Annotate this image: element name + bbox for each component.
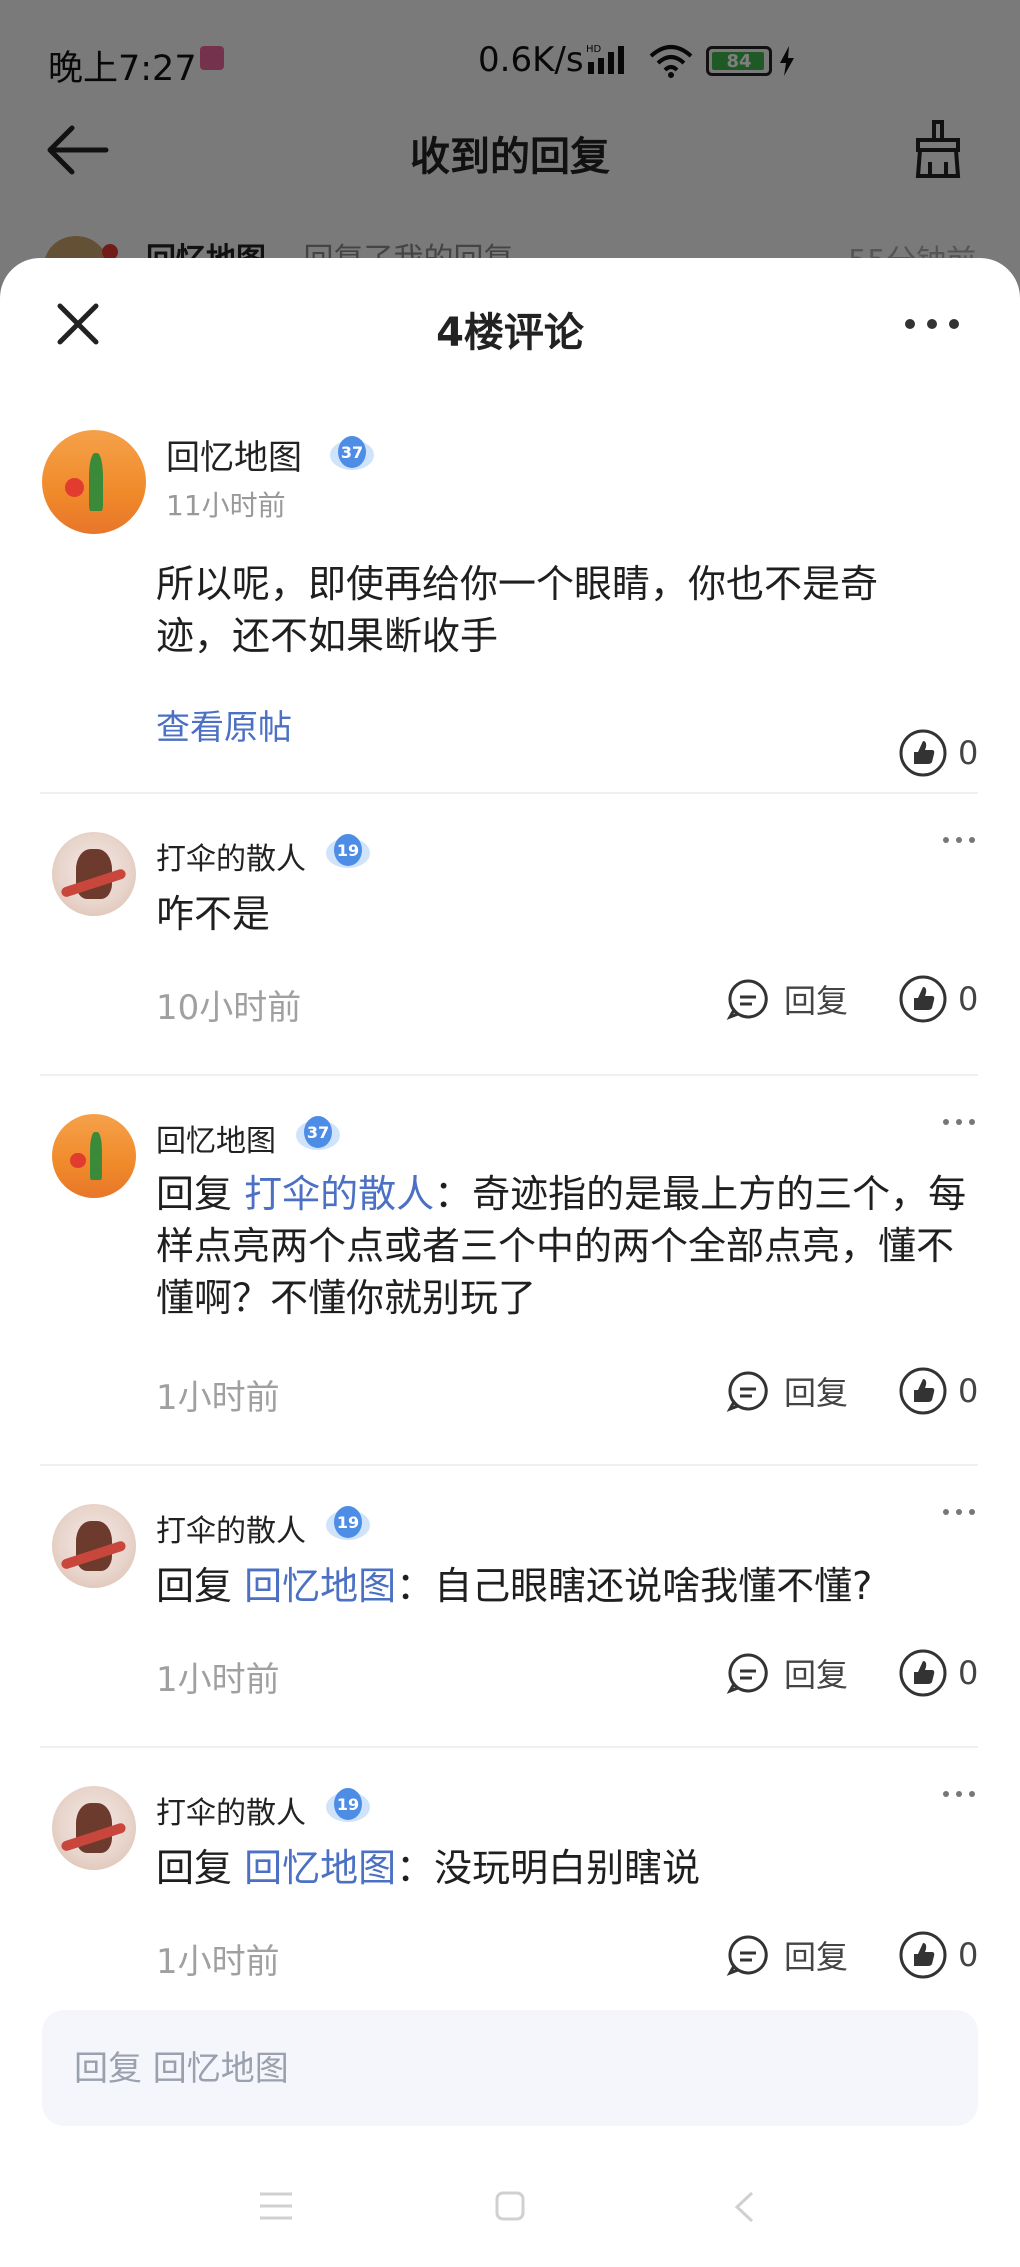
reply-content: 回复 回忆地图：没玩明白别瞎说 (156, 1842, 978, 1894)
like-button[interactable]: 0 (898, 1648, 978, 1698)
reply-label: 回复 (784, 982, 849, 1020)
reply-prefix: 回复 (156, 1564, 245, 1608)
like-count: 0 (958, 1654, 979, 1692)
more-dots-icon[interactable] (904, 318, 960, 330)
reply-separator: ： (434, 1172, 473, 1216)
main-post-user[interactable]: 回忆地图 (166, 430, 302, 479)
comment-icon (726, 1653, 768, 1694)
reply-target-link[interactable]: 回忆地图 (244, 1846, 396, 1890)
divider (40, 792, 978, 794)
comment-icon (726, 979, 768, 1020)
like-count: 0 (958, 980, 979, 1018)
reply-content: 回复 打伞的散人：奇迹指的是最上方的三个，每样点亮两个点或者三个中的两个全部点亮… (156, 1168, 978, 1324)
more-dots-icon[interactable] (942, 1790, 976, 1798)
main-post-content: 所以呢，即使再给你一个眼睛，你也不是奇迹，还不如果断收手 (156, 562, 879, 658)
reply-time: 1小时前 (156, 1942, 280, 1982)
reply-time: 1小时前 (156, 1660, 280, 1700)
menu-icon[interactable] (258, 2190, 294, 2222)
reply-text: 自己眼瞎还说啥我懂不懂? (434, 1564, 873, 1608)
reply-user[interactable]: 打伞的散人 (156, 1506, 306, 1550)
avatar[interactable] (52, 1114, 136, 1198)
reply-target-link[interactable]: 打伞的散人 (244, 1172, 434, 1216)
reply-separator: ： (396, 1564, 435, 1608)
like-button[interactable]: 0 (898, 728, 978, 778)
reply-user[interactable]: 打伞的散人 (156, 1788, 306, 1832)
reply-label: 回复 (784, 1656, 849, 1694)
avatar[interactable] (52, 1786, 136, 1870)
divider (40, 1074, 978, 1076)
like-button[interactable]: 0 (898, 1366, 978, 1416)
sheet-title: 4楼评论 (436, 310, 584, 356)
reply-prefix: 回复 (156, 1172, 245, 1216)
reply-content: 回复 回忆地图：自己眼瞎还说啥我懂不懂? (156, 1560, 978, 1612)
reply-input[interactable] (72, 2010, 956, 2128)
reply-label: 回复 (784, 1938, 849, 1976)
thumbs-up-icon (899, 1367, 947, 1415)
reply-button[interactable]: 回复 (726, 974, 848, 1024)
thumbs-up-icon (899, 975, 947, 1023)
thumbs-up-icon (899, 1649, 947, 1697)
thumbs-up-icon (899, 729, 947, 777)
reply-text: 没玩明白别瞎说 (434, 1846, 701, 1890)
comment-icon (726, 1371, 768, 1412)
reply-user[interactable]: 打伞的散人 (156, 834, 306, 878)
main-post-time: 11小时前 (166, 489, 286, 522)
reply-user[interactable]: 回忆地图 (156, 1116, 276, 1160)
back-triangle-icon[interactable] (732, 2190, 756, 2224)
like-button[interactable]: 0 (898, 974, 978, 1024)
view-original-link[interactable]: 查看原帖 (156, 700, 292, 749)
more-dots-icon[interactable] (942, 1118, 976, 1126)
like-button[interactable]: 0 (898, 1930, 978, 1980)
comment-icon (726, 1935, 768, 1976)
reply-text: 咋不是 (156, 892, 271, 936)
reply-button[interactable]: 回复 (726, 1930, 848, 1980)
like-count: 0 (958, 734, 979, 772)
level-badge: 19 (326, 1786, 370, 1826)
more-dots-icon[interactable] (942, 1508, 976, 1516)
reply-button[interactable]: 回复 (726, 1648, 848, 1698)
reply-separator: ： (396, 1846, 435, 1890)
divider (40, 1464, 978, 1466)
home-icon[interactable] (494, 2190, 526, 2222)
level-badge: 37 (296, 1114, 340, 1154)
reply-input-bar[interactable] (42, 2010, 978, 2128)
thumbs-up-icon (899, 1931, 947, 1979)
like-count: 0 (958, 1936, 979, 1974)
reply-target-link[interactable]: 回忆地图 (244, 1564, 396, 1608)
level-badge: 37 (330, 434, 374, 474)
like-count: 0 (958, 1372, 979, 1410)
reply-time: 10小时前 (156, 988, 302, 1028)
avatar[interactable] (42, 430, 146, 534)
level-badge: 19 (326, 1504, 370, 1544)
reply-button[interactable]: 回复 (726, 1366, 848, 1416)
reply-time: 1小时前 (156, 1378, 280, 1418)
level-badge: 19 (326, 832, 370, 872)
avatar[interactable] (52, 1504, 136, 1588)
divider (40, 1746, 978, 1748)
more-dots-icon[interactable] (942, 836, 976, 844)
avatar[interactable] (52, 832, 136, 916)
reply-content: 咋不是 (156, 888, 956, 940)
reply-label: 回复 (784, 1374, 849, 1412)
reply-prefix: 回复 (156, 1846, 245, 1890)
